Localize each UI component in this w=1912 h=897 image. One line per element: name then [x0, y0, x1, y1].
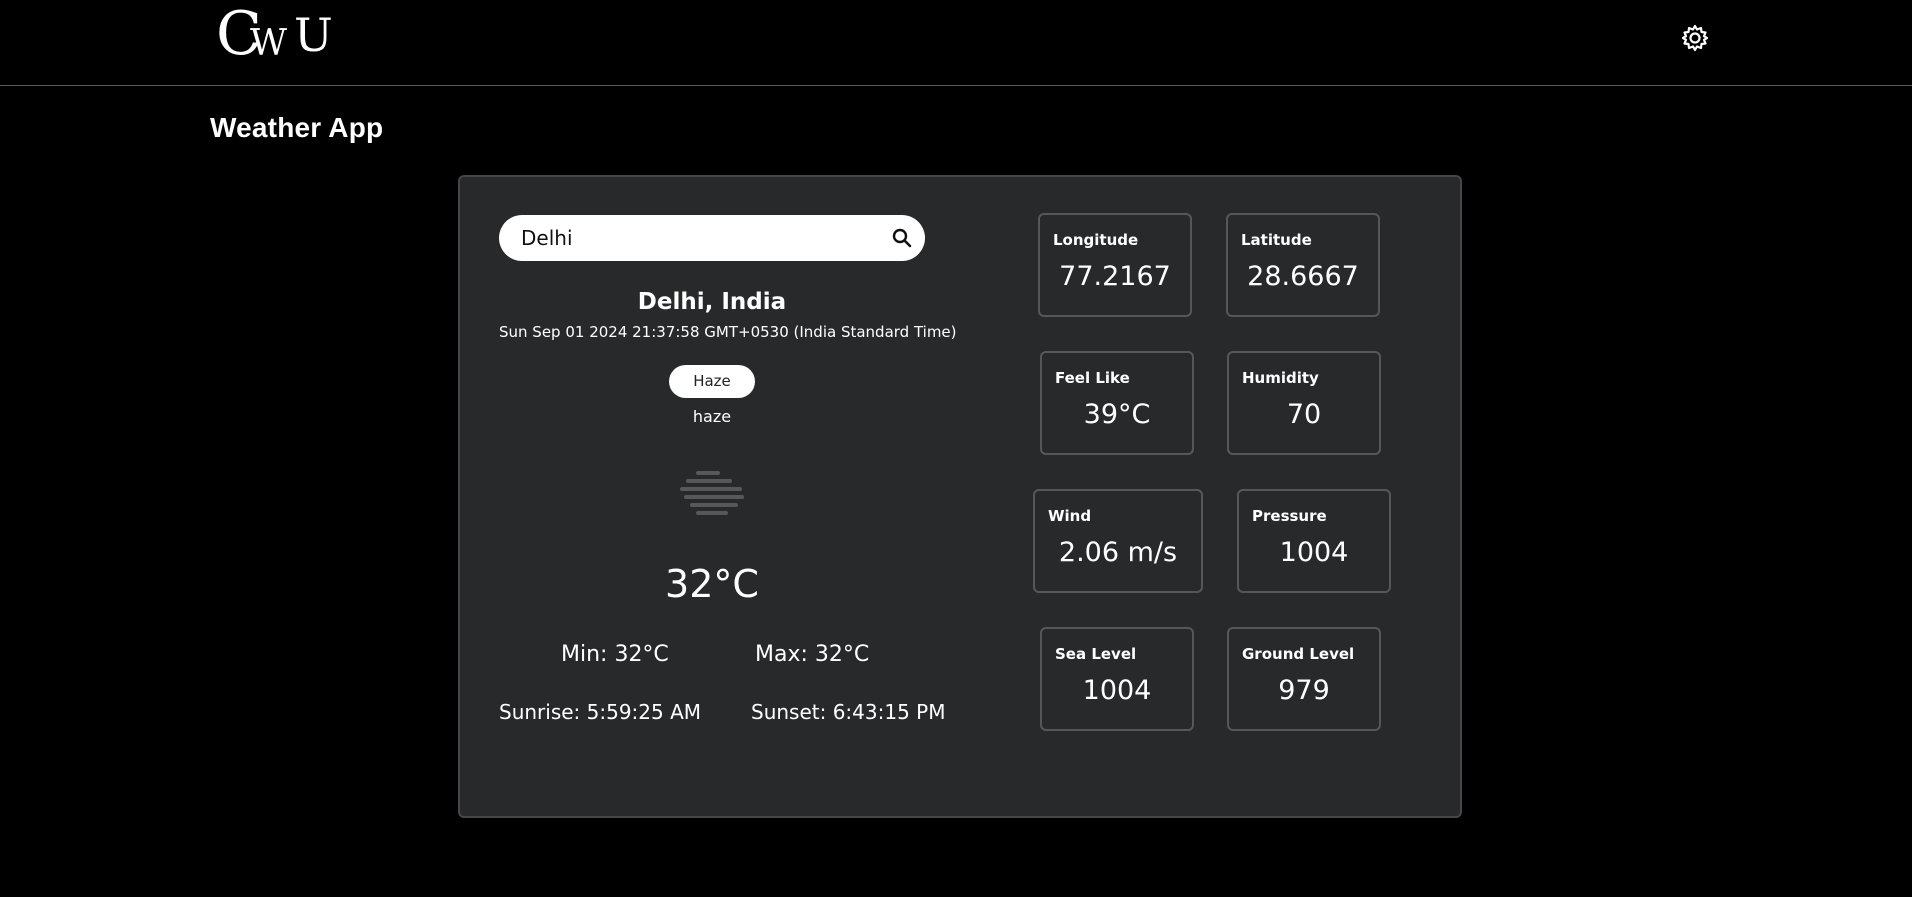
max-temperature: Max: 32°C — [755, 642, 870, 667]
page-title: Weather App — [210, 112, 384, 143]
stat-value: 39°C — [1083, 399, 1151, 430]
stat-wind: Wind 2.06 m/s — [1033, 489, 1203, 593]
condition-description: haze — [692, 407, 732, 426]
stat-latitude: Latitude 28.6667 — [1226, 213, 1380, 317]
stat-label: Pressure — [1252, 507, 1327, 525]
stat-value: 77.2167 — [1059, 261, 1171, 292]
stat-ground-level: Ground Level 979 — [1227, 627, 1381, 731]
stat-label: Latitude — [1241, 231, 1312, 249]
stat-label: Feel Like — [1055, 369, 1130, 387]
search-bar[interactable] — [499, 215, 925, 261]
stat-label: Wind — [1048, 507, 1092, 525]
cwu-logo[interactable]: C W U — [216, 2, 336, 72]
local-datetime: Sun Sep 01 2024 21:37:58 GMT+0530 (India… — [499, 323, 957, 341]
stat-value: 28.6667 — [1247, 261, 1359, 292]
stat-label: Humidity — [1242, 369, 1319, 387]
stat-value: 70 — [1286, 399, 1322, 430]
stat-label: Longitude — [1053, 231, 1139, 249]
stat-humidity: Humidity 70 — [1227, 351, 1381, 455]
stat-label: Ground Level — [1242, 645, 1355, 663]
stat-feels-like: Feel Like 39°C — [1040, 351, 1194, 455]
current-temperature: 32°C — [665, 562, 759, 606]
stat-pressure: Pressure 1004 — [1237, 489, 1391, 593]
stat-longitude: Longitude 77.2167 — [1038, 213, 1192, 317]
stat-value: 979 — [1278, 675, 1330, 706]
location-name: Delhi, India — [637, 289, 787, 315]
stat-value: 1004 — [1082, 675, 1152, 706]
stat-label: Sea Level — [1055, 645, 1137, 663]
sunrise-time: Sunrise: 5:59:25 AM — [499, 700, 702, 724]
stat-value: 2.06 m/s — [1058, 537, 1178, 568]
condition-badge: Haze — [669, 365, 755, 398]
sunset-time: Sunset: 6:43:15 PM — [751, 700, 946, 724]
gear-icon[interactable] — [1680, 23, 1710, 53]
min-temperature: Min: 32°C — [561, 642, 669, 667]
stat-sea-level: Sea Level 1004 — [1040, 627, 1194, 731]
haze-icon — [674, 467, 750, 523]
top-navbar: C W U — [0, 0, 1912, 86]
stat-value: 1004 — [1279, 537, 1349, 568]
search-input[interactable] — [519, 215, 879, 261]
weather-card: Delhi, India Sun Sep 01 2024 21:37:58 GM… — [458, 175, 1462, 818]
search-icon[interactable] — [891, 227, 913, 249]
